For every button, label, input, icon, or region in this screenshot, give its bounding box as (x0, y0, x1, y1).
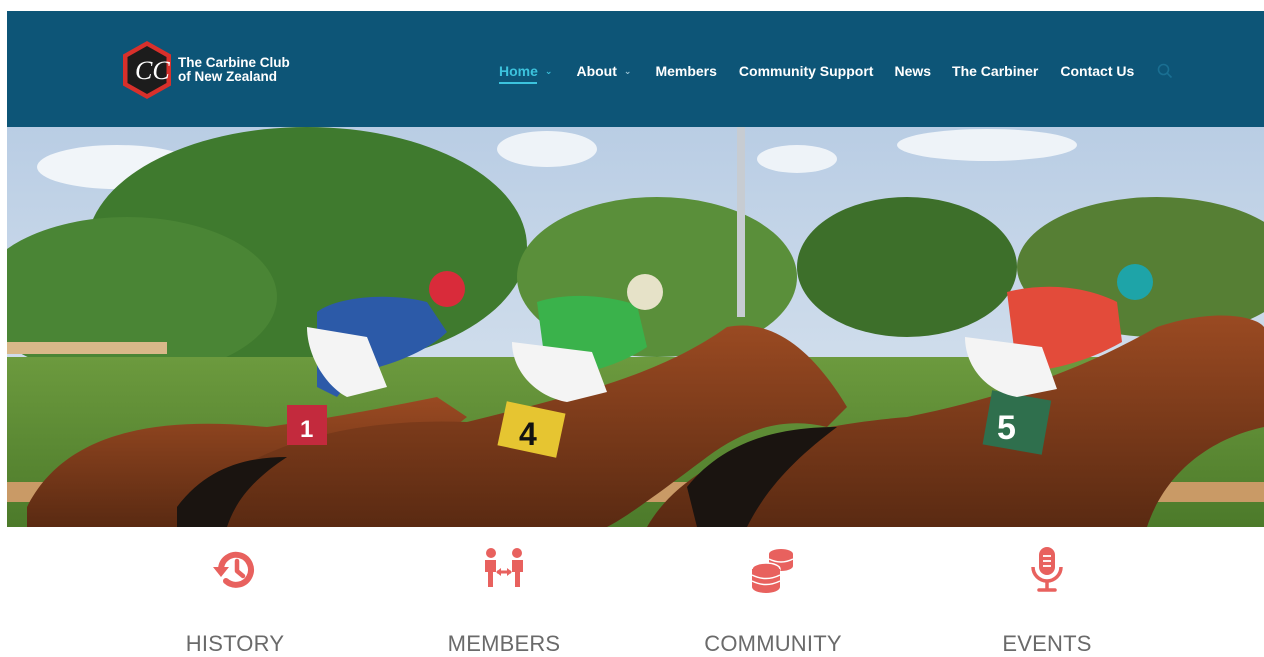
svg-text:CC: CC (135, 56, 170, 85)
nav-community-support[interactable]: Community Support (739, 63, 874, 79)
chevron-down-icon: ⌄ (544, 65, 553, 76)
nav-home-label: Home (499, 63, 538, 79)
nav-about-label: About (576, 63, 617, 79)
nav-members[interactable]: Members (655, 63, 716, 79)
coins-stack-icon (751, 549, 794, 593)
features-row: HISTORY MEMBERS COMMUNITY EVENTS (7, 527, 1264, 657)
main-nav: Home ⌄ About ⌄ Members Community Support… (499, 61, 1173, 84)
hero-banner: 1 4 5 (7, 127, 1264, 527)
feature-events[interactable]: EVENTS (947, 527, 1147, 657)
site-name: The Carbine Club of New Zealand (178, 56, 290, 84)
nav-news[interactable]: News (894, 63, 931, 79)
svg-text:4: 4 (519, 416, 537, 452)
site-name-line1: The Carbine Club (178, 55, 290, 70)
feature-members-label: MEMBERS (447, 631, 561, 656)
search-icon[interactable] (1157, 63, 1173, 79)
nav-contact-us[interactable]: Contact Us (1060, 63, 1134, 79)
site-header: CC The Carbine Club of New Zealand Home … (7, 11, 1264, 127)
nav-news-label: News (894, 63, 932, 79)
nav-the-carbiner[interactable]: The Carbiner (952, 63, 1038, 79)
nav-contact-us-label: Contact Us (1060, 63, 1135, 79)
horse-racing-photo: 1 4 5 (7, 127, 1264, 527)
site-logo[interactable]: CC The Carbine Club of New Zealand (120, 39, 290, 101)
feature-events-label: EVENTS (1002, 631, 1092, 656)
feature-community[interactable]: COMMUNITY (673, 527, 873, 657)
page: CC The Carbine Club of New Zealand Home … (7, 11, 1264, 657)
feature-history[interactable]: HISTORY (135, 527, 335, 657)
svg-text:1: 1 (300, 416, 313, 443)
site-name-line2: of New Zealand (178, 69, 278, 84)
feature-community-label: COMMUNITY (704, 631, 842, 656)
nav-the-carbiner-label: The Carbiner (952, 63, 1039, 79)
chevron-down-icon: ⌄ (623, 65, 632, 76)
feature-history-label: HISTORY (185, 631, 285, 656)
nav-home[interactable]: Home ⌄ (499, 63, 553, 84)
feature-members[interactable]: MEMBERS (404, 527, 604, 657)
nav-community-support-label: Community Support (738, 63, 874, 79)
history-icon (213, 551, 254, 588)
members-exchange-icon (485, 548, 523, 587)
nav-members-label: Members (655, 63, 717, 79)
nav-about[interactable]: About ⌄ (576, 63, 631, 79)
svg-text:5: 5 (997, 409, 1016, 447)
microphone-icon (1031, 547, 1063, 592)
hexagon-cc-logo-icon: CC (123, 41, 171, 99)
